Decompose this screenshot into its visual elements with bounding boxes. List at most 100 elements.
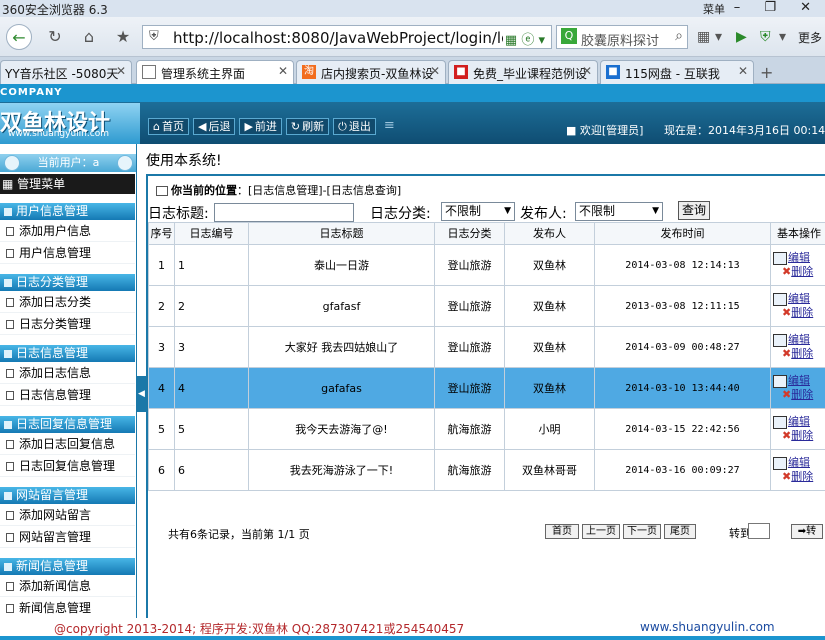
go-button[interactable]: ➡转 [791,524,823,539]
delete-icon[interactable]: ✖ [782,306,791,319]
query-button[interactable]: 查询 [678,201,710,220]
cell-seq: 3 [148,326,175,368]
search-engine-icon[interactable]: Q [561,28,577,44]
sidebar-item[interactable]: 添加日志分类 [0,291,135,313]
edit-icon[interactable] [773,456,787,470]
refresh-button[interactable]: ↻ 刷新 [285,118,330,135]
new-tab-plus-icon[interactable]: + [760,63,773,82]
cell-seq: 6 [148,449,175,491]
edit-icon[interactable] [773,415,787,429]
more-button[interactable]: 更多 [798,29,822,46]
delete-link[interactable]: 删除 [791,429,813,442]
first-page-button[interactable]: 首页 [545,524,579,539]
address-bar[interactable]: ⛨ http://localhost:8080/JavaWebProject/l… [142,25,552,49]
sidebar-item-label: 日志回复信息管理 [19,459,116,473]
sidebar-group-header[interactable]: 用户信息管理 [0,203,135,220]
logout-button[interactable]: ⏻ 退出 [333,118,376,135]
home-icon[interactable]: ⌂ [76,24,102,50]
address-bar-icons[interactable]: ▦ ⓔ ▾ [505,29,545,48]
goto-page-input[interactable] [748,523,770,539]
delete-icon[interactable]: ✖ [782,388,791,401]
browser-tab[interactable]: ■ 免费_毕业课程范例设 ✕ [448,60,598,84]
sidebar-item[interactable]: 添加新闻信息 [0,575,135,597]
close-icon[interactable]: ✕ [116,64,126,78]
sidebar-item[interactable]: 新闻信息管理 [0,597,135,619]
publisher-select[interactable]: 不限制 ▼ [575,202,663,221]
close-icon[interactable]: ✕ [738,64,748,78]
url-text[interactable]: http://localhost:8080/JavaWebProject/log… [173,29,503,47]
sidebar-group-header[interactable]: 日志信息管理 [0,345,135,362]
sidebar-item[interactable]: 添加日志信息 [0,362,135,384]
sidebar-item[interactable]: 日志回复信息管理 [0,455,135,477]
table-row[interactable]: 3 3 大家好 我去四姑娘山了 登山旅游 双鱼林 2014-03-09 00:48:27 编… [148,326,825,368]
apps-icon[interactable]: ▦ [697,29,710,45]
delete-link[interactable]: 删除 [791,306,813,319]
sidebar-item[interactable]: 添加用户信息 [0,220,135,242]
edit-link[interactable]: 编辑 [788,415,810,428]
edit-icon[interactable] [773,333,787,347]
sidebar-item[interactable]: 添加日志回复信息 [0,433,135,455]
security-shield-icon[interactable]: ⛨ [760,29,771,45]
window-controls[interactable]: – ❐ ✕ [734,0,821,15]
delete-link[interactable]: 删除 [791,470,813,483]
browser-tab[interactable]: ■ 115网盘 - 互联我 ✕ [600,60,754,84]
column-header: 日志分类 [434,222,505,245]
prev-page-button[interactable]: 上一页 [582,524,620,539]
table-row[interactable]: 1 1 泰山一日游 登山旅游 双鱼林 2014-03-08 12:14:13 编辑 ✖删除 [148,244,825,286]
table-row[interactable]: 2 2 gfafasf 登山旅游 双鱼林 2013-03-08 12:11:15 编辑 ✖删除 [148,285,825,327]
edit-link[interactable]: 编辑 [788,251,810,264]
menu-lines-icon[interactable]: ≡ [384,118,395,133]
sidebar-group-header[interactable]: 网站留言管理 [0,487,135,504]
sidebar-item[interactable]: 日志分类管理 [0,313,135,335]
edit-link[interactable]: 编辑 [788,456,810,469]
play-icon[interactable]: ▶ [736,29,747,45]
site-link[interactable]: www.shuangyulin.com [640,620,775,634]
table-row[interactable]: 5 5 我今天去游海了@! 航海旅游 小明 2014-03-15 22:42:56 编辑 ✖删… [148,408,825,450]
edit-link[interactable]: 编辑 [788,374,810,387]
delete-link[interactable]: 删除 [791,347,813,360]
close-icon[interactable]: ✕ [430,64,440,78]
last-page-button[interactable]: 尾页 [664,524,696,539]
browser-search-box[interactable]: Q 胶囊原料探讨 ⌕ [556,25,688,49]
star-icon[interactable]: ★ [110,24,136,50]
refresh-icon[interactable]: ↻ [42,24,68,50]
sidebar-item[interactable]: 添加网站留言 [0,504,135,526]
back-arrow-icon[interactable]: ← [6,24,32,50]
browser-tab[interactable]: 淘 店内搜索页-双鱼林设 ✕ [296,60,446,84]
search-icon[interactable]: ⌕ [675,28,683,44]
sidebar-group-header[interactable]: 日志回复信息管理 [0,416,135,433]
table-row[interactable]: 4 4 gafafas 登山旅游 双鱼林 2014-03-10 13:44:40 编辑 ✖删除 [148,367,825,409]
delete-link[interactable]: 删除 [791,388,813,401]
delete-icon[interactable]: ✖ [782,429,791,442]
sidebar-item[interactable]: 网站留言管理 [0,526,135,548]
delete-icon[interactable]: ✖ [782,470,791,483]
sidebar-group-header[interactable]: 日志分类管理 [0,274,135,291]
delete-link[interactable]: 删除 [791,265,813,278]
browser-tab-active[interactable]: 管理系统主界面 ✕ [136,60,294,84]
home-button[interactable]: ⌂ 首页 [148,118,189,135]
edit-icon[interactable] [773,374,787,388]
delete-icon[interactable]: ✖ [782,265,791,278]
forward-button[interactable]: ▶ 前进 [239,118,282,135]
browser-menu-button[interactable]: 菜单 [703,1,725,17]
table-row[interactable]: 6 6 我去死海游泳了一下! 航海旅游 双鱼林哥哥 2014-03-16 00:09:27… [148,449,825,491]
back-button[interactable]: ◀ 后退 [192,118,236,135]
edit-icon[interactable] [773,251,787,265]
browser-tab[interactable]: YY音乐社区 -5080天 ✕ [0,60,132,84]
close-icon[interactable]: ✕ [278,64,288,78]
sidebar-item[interactable]: 用户信息管理 [0,242,135,264]
close-icon[interactable]: ✕ [582,64,592,78]
title-search-input[interactable] [214,203,354,222]
edit-link[interactable]: 编辑 [788,292,810,305]
sidebar-group-header[interactable]: 新闻信息管理 [0,558,135,575]
sidebar-item[interactable]: 日志信息管理 [0,384,135,406]
next-page-button[interactable]: 下一页 [623,524,661,539]
chevron-down-icon[interactable]: ▾ [779,29,786,45]
chevron-down-icon[interactable]: ▾ [715,29,722,45]
category-select[interactable]: 不限制 ▼ [441,202,515,221]
search-text[interactable]: 胶囊原料探讨 [581,30,667,49]
sidebar-collapse-handle[interactable]: ◀ [137,376,146,412]
delete-icon[interactable]: ✖ [782,347,791,360]
edit-link[interactable]: 编辑 [788,333,810,346]
edit-icon[interactable] [773,292,787,306]
